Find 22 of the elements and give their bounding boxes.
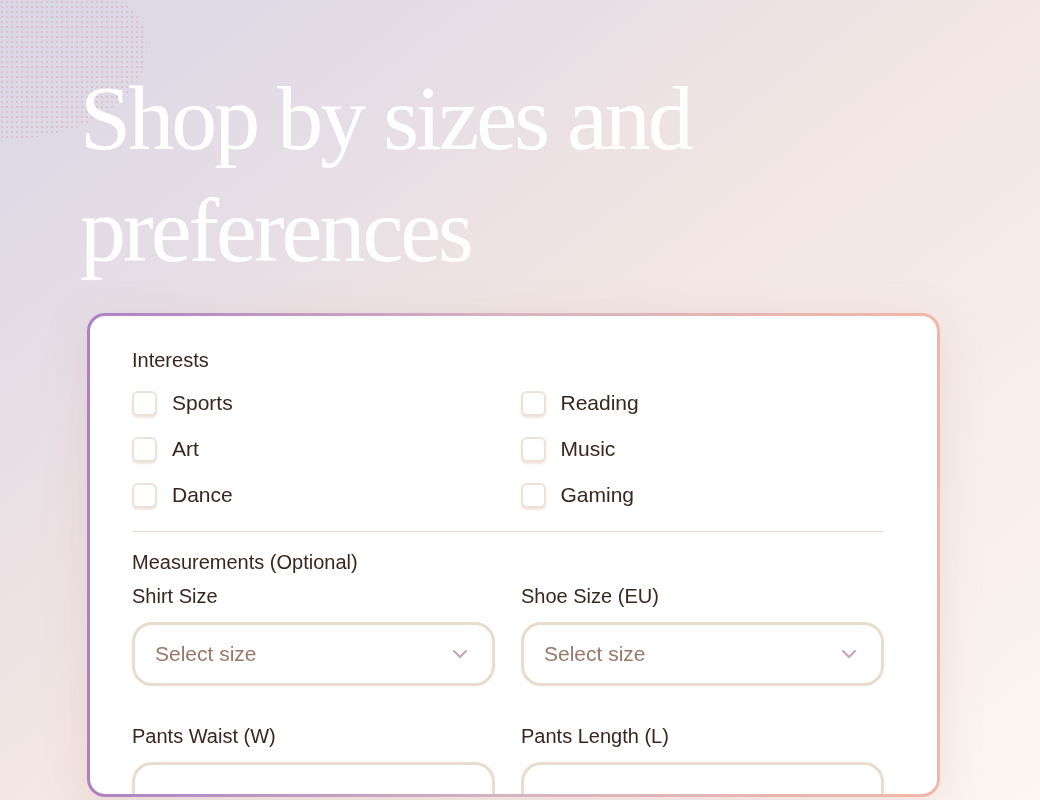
checkbox-label: Dance bbox=[172, 482, 233, 509]
checkbox-label: Art bbox=[172, 436, 199, 463]
field-label: Pants Length (L) bbox=[521, 724, 670, 749]
chevron-down-icon bbox=[841, 649, 857, 659]
checkbox-label: Sports bbox=[172, 390, 233, 417]
checkbox[interactable] bbox=[132, 482, 157, 508]
checkbox[interactable] bbox=[520, 390, 546, 416]
checkbox-label: Music bbox=[560, 436, 616, 463]
chevron-down-icon bbox=[452, 649, 468, 659]
checkbox-label: Reading bbox=[560, 390, 639, 417]
field-label: Shirt Size bbox=[132, 584, 219, 609]
checkbox[interactable] bbox=[520, 482, 546, 508]
checkbox[interactable] bbox=[132, 390, 157, 416]
field-label: Pants Waist (W) bbox=[132, 724, 277, 749]
size-select[interactable]: Select size bbox=[132, 622, 495, 686]
section-label: Interests bbox=[132, 348, 210, 373]
field-label: Shoe Size (EU) bbox=[521, 584, 660, 609]
size-select[interactable]: Select size bbox=[521, 622, 884, 686]
section-label: Measurements (Optional) bbox=[132, 550, 359, 575]
checkbox[interactable] bbox=[520, 436, 546, 462]
checkbox[interactable] bbox=[132, 436, 157, 462]
checkbox-label: Gaming bbox=[560, 482, 635, 509]
